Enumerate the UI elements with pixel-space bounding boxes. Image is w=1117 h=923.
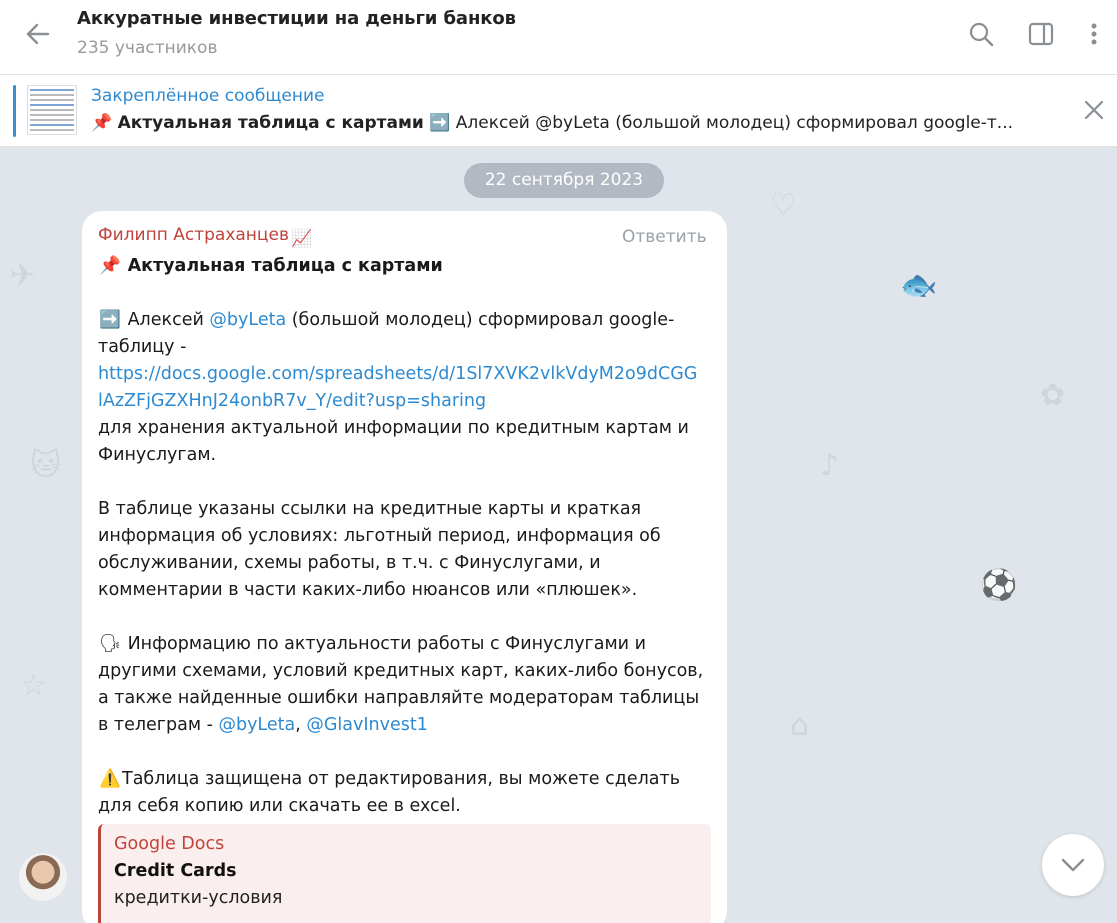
text-line: информация об условиях: льготный период,…	[98, 526, 661, 546]
chart-up-icon: 📈	[290, 229, 313, 249]
close-icon[interactable]	[1080, 96, 1108, 124]
member-count: 235 участников	[77, 38, 218, 58]
preview-title: Credit Cards	[114, 861, 237, 881]
text-line: другими схемами, условий кредитных карт,…	[98, 661, 704, 681]
pinned-label: Закреплённое сообщение	[91, 86, 325, 106]
chat-title[interactable]: Аккуратные инвестиции на деньги банков	[77, 8, 516, 29]
spreadsheet-link-cont[interactable]: lAzZFjGZXHnJ24onbR7v_Y/edit?usp=sharing	[98, 388, 713, 415]
text-line: для себя копию или скачать ее в excel.	[98, 796, 461, 816]
sidebar-toggle-icon[interactable]	[1025, 18, 1057, 50]
text-line: Финуслугам.	[98, 445, 217, 465]
speaking-head-icon: 🗣	[98, 634, 122, 654]
chevron-down-icon	[1061, 858, 1085, 872]
chat-area[interactable]: ✈ 🐱 ☆ ♡ 🐟 ♪ ⚽ ⌂ ✿ 22 сентября 2023 Филип…	[0, 148, 1117, 923]
preview-site: Google Docs	[114, 834, 225, 854]
pinned-indicator	[13, 85, 16, 137]
text-line: а также найденные ошибки направляйте мод…	[98, 688, 700, 708]
message-author[interactable]: Филипп Астраханцев 📈	[98, 225, 312, 249]
doodle-flower-icon: ✿	[1040, 378, 1066, 413]
spreadsheet-link[interactable]: https://docs.google.com/spreadsheets/d/1…	[98, 361, 713, 388]
doodle-cat-icon: 🐱	[30, 448, 62, 483]
pin-icon: 📌	[91, 113, 113, 133]
warning-icon: ⚠️	[99, 769, 121, 789]
pinned-message-bar[interactable]: Закреплённое сообщение 📌 Актуальная табл…	[0, 75, 1117, 147]
doodle-heart-icon: ♡	[770, 188, 797, 223]
mention-link[interactable]: @byLeta	[209, 310, 286, 330]
pin-icon: 📌	[99, 256, 121, 276]
text-span: Алексей	[127, 310, 210, 330]
text-span: (большой молодец) сформировал google-	[286, 310, 675, 330]
text-span: Таблица защищена от редактирования, вы м…	[122, 769, 681, 789]
text-span: в телеграм -	[98, 715, 219, 735]
text-span: Информацию по актуальности работы с Фину…	[122, 634, 646, 654]
chat-header: Аккуратные инвестиции на деньги банков 2…	[0, 0, 1117, 75]
author-name: Филипп Астраханцев	[98, 225, 289, 245]
text-line: для хранения актуальной информации по кр…	[98, 418, 689, 438]
doodle-ball-icon: ⚽	[980, 568, 1018, 603]
mention-link[interactable]: @byLeta	[218, 715, 295, 735]
text-span: ,	[295, 715, 307, 735]
message-headline: Актуальная таблица с картами	[127, 256, 443, 276]
avatar[interactable]	[19, 853, 67, 901]
link-preview[interactable]: Google Docs Credit Cards кредитки-услови…	[98, 824, 711, 923]
pinned-preview-text: Алексей @byLeta (большой молодец) сформи…	[455, 113, 1014, 133]
reply-button[interactable]: Ответить	[622, 227, 707, 247]
scroll-down-button[interactable]	[1042, 834, 1104, 896]
back-arrow-icon[interactable]	[20, 16, 56, 52]
message-bubble[interactable]: Филипп Астраханцев 📈 Ответить 📌 Актуальна…	[82, 211, 727, 923]
pinned-preview: 📌 Актуальная таблица с картами ➡️ Алексе…	[91, 113, 1051, 133]
search-icon[interactable]	[965, 18, 997, 50]
arrow-right-icon: ➡️	[99, 310, 121, 330]
arrow-right-icon: ➡️	[429, 113, 451, 133]
doodle-fish-icon: 🐟	[900, 268, 938, 303]
text-line: В таблице указаны ссылки на кредитные ка…	[98, 499, 642, 519]
pinned-title: Актуальная таблица с картами	[117, 113, 424, 133]
doodle-music-icon: ♪	[820, 448, 840, 483]
doodle-plane-icon: ✈	[10, 258, 36, 293]
doodle-house-icon: ⌂	[790, 708, 810, 743]
message-text: 📌 Актуальная таблица с картами ➡️ Алексе…	[98, 253, 713, 820]
pinned-thumbnail	[27, 85, 77, 135]
preview-description: кредитки-условия	[114, 888, 283, 908]
more-options-icon[interactable]	[1078, 18, 1110, 50]
date-separator: 22 сентября 2023	[464, 163, 664, 198]
mention-link[interactable]: @GlavInvest1	[306, 715, 428, 735]
text-line: обслуживании, схемы работы, в т.ч. с Фин…	[98, 553, 601, 573]
text-line: таблицу -	[98, 337, 187, 357]
text-line: комментарии в части каких-либо нюансов и…	[98, 580, 638, 600]
doodle-star-icon: ☆	[20, 668, 47, 703]
